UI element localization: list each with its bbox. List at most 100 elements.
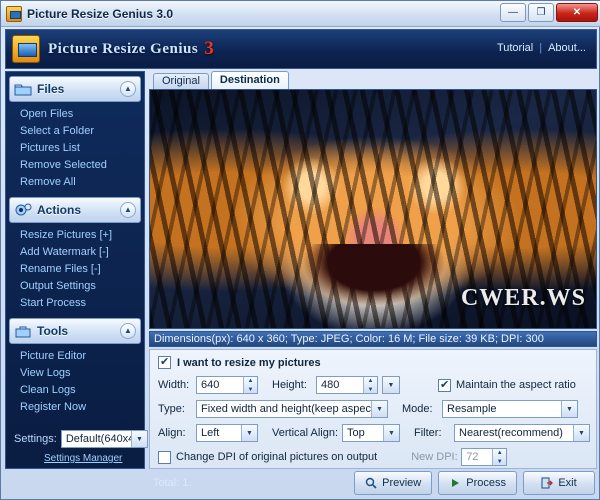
preview-panel[interactable]: CWER.WS [149, 89, 597, 329]
new-dpi-label: New DPI: [411, 451, 461, 463]
enable-resize-label: I want to resize my pictures [177, 357, 321, 369]
preview-tabs: Original Destination [149, 71, 597, 89]
total-label: Total: 1. [153, 477, 192, 489]
close-button[interactable]: ✕ [556, 3, 598, 22]
sidebar-item-select-a-folder[interactable]: Select a Folder [20, 123, 144, 140]
chevron-up-icon[interactable]: ▲ [120, 81, 136, 97]
type-select[interactable]: Fixed width and height(keep aspect) ▼ [196, 400, 388, 418]
sidebar-group-title: Files [37, 82, 64, 96]
sidebar-group-tools[interactable]: Tools ▲ [9, 318, 141, 344]
exit-door-icon [541, 477, 553, 489]
aspect-ratio-checkbox[interactable] [438, 379, 451, 392]
change-dpi-checkbox[interactable] [158, 451, 171, 464]
mode-select[interactable]: Resample ▼ [442, 400, 578, 418]
change-dpi-label: Change DPI of original pictures on outpu… [176, 451, 377, 463]
chevron-down-icon[interactable]: ▼ [131, 431, 147, 447]
sidebar-items-tools: Picture Editor View Logs Clean Logs Regi… [6, 344, 144, 418]
align-filter-row: Align: Left ▼ Vertical Align: Top ▼ Filt… [158, 424, 590, 442]
height-input[interactable]: 480 ▲▼ [316, 376, 378, 394]
sidebar-item-add-watermark[interactable]: Add Watermark [-] [20, 244, 144, 261]
vertical-align-label: Vertical Align: [272, 427, 342, 439]
chain-link-icon[interactable]: ▼ [382, 376, 400, 394]
width-stepper[interactable]: ▲▼ [243, 377, 257, 393]
settings-row: Settings: Default(640x480) ▼ [10, 430, 148, 448]
sidebar-group-title: Tools [37, 324, 68, 338]
vertical-align-value: Top [347, 427, 365, 439]
app-icon [6, 6, 22, 22]
settings-manager-link[interactable]: Settings Manager [44, 453, 122, 464]
title-bar: Picture Resize Genius 3.0 — ❐ ✕ [1, 1, 600, 27]
new-dpi-input[interactable]: 72 ▲▼ [461, 448, 507, 466]
filter-value: Nearest(recommend) [459, 427, 563, 439]
mode-value: Resample [447, 403, 497, 415]
size-row: Width: 640 ▲▼ Height: 480 ▲▼ ▼ Maintain … [158, 376, 590, 394]
chevron-down-icon[interactable]: ▼ [573, 425, 589, 441]
tutorial-link[interactable]: Tutorial [497, 42, 533, 54]
settings-preset-select[interactable]: Default(640x480) ▼ [61, 430, 148, 448]
sidebar-item-output-settings[interactable]: Output Settings [20, 278, 144, 295]
about-link[interactable]: About... [548, 42, 586, 54]
minimize-button[interactable]: — [500, 3, 526, 22]
sidebar-group-files[interactable]: Files ▲ [9, 76, 141, 102]
brand-banner: Picture Resize Genius 3 Tutorial | About… [5, 29, 597, 69]
sidebar-items-files: Open Files Select a Folder Pictures List… [6, 102, 144, 193]
chevron-down-icon[interactable]: ▼ [241, 425, 257, 441]
link-separator: | [539, 42, 542, 54]
sidebar-items-actions: Resize Pictures [+] Add Watermark [-] Re… [6, 223, 144, 314]
mode-label: Mode: [402, 403, 442, 415]
preview-button[interactable]: Preview [354, 471, 432, 495]
exit-button[interactable]: Exit [523, 471, 595, 495]
chevron-up-icon[interactable]: ▲ [120, 323, 136, 339]
tab-original[interactable]: Original [153, 73, 209, 89]
filter-label: Filter: [414, 427, 454, 439]
chevron-up-icon[interactable]: ▲ [120, 202, 136, 218]
window-title: Picture Resize Genius 3.0 [27, 7, 173, 21]
chevron-down-icon[interactable]: ▼ [561, 401, 577, 417]
sidebar-item-remove-selected[interactable]: Remove Selected [20, 157, 144, 174]
align-value: Left [201, 427, 219, 439]
exit-button-label: Exit [558, 477, 576, 489]
sidebar-item-clean-logs[interactable]: Clean Logs [20, 382, 144, 399]
type-label: Type: [158, 403, 196, 415]
align-label: Align: [158, 427, 196, 439]
sidebar-item-picture-editor[interactable]: Picture Editor [20, 348, 144, 365]
enable-resize-row[interactable]: I want to resize my pictures [158, 356, 321, 369]
sidebar-item-resize-pictures[interactable]: Resize Pictures [+] [20, 227, 144, 244]
brand-name: Picture Resize Genius [48, 41, 198, 58]
play-icon [449, 477, 461, 489]
align-select[interactable]: Left ▼ [196, 424, 258, 442]
window-controls: — ❐ ✕ [500, 3, 598, 22]
sidebar-item-open-files[interactable]: Open Files [20, 106, 144, 123]
height-stepper[interactable]: ▲▼ [363, 377, 377, 393]
banner-links: Tutorial | About... [497, 42, 586, 54]
preview-button-label: Preview [382, 477, 421, 489]
filter-select[interactable]: Nearest(recommend) ▼ [454, 424, 590, 442]
sidebar-item-pictures-list[interactable]: Pictures List [20, 140, 144, 157]
action-buttons: Preview Process Exit [354, 471, 595, 495]
sidebar-item-start-process[interactable]: Start Process [20, 295, 144, 312]
process-button[interactable]: Process [438, 471, 517, 495]
app-window: Picture Resize Genius 3.0 — ❐ ✕ Picture … [0, 0, 600, 500]
enable-resize-checkbox[interactable] [158, 356, 171, 369]
sidebar-item-view-logs[interactable]: View Logs [20, 365, 144, 382]
sidebar-group-actions[interactable]: Actions ▲ [9, 197, 141, 223]
maximize-button[interactable]: ❐ [528, 3, 554, 22]
resize-options-panel: I want to resize my pictures Width: 640 … [149, 349, 597, 469]
height-value: 480 [321, 379, 339, 391]
tab-destination[interactable]: Destination [211, 71, 289, 89]
sidebar-item-register-now[interactable]: Register Now [20, 399, 144, 416]
vertical-align-select[interactable]: Top ▼ [342, 424, 400, 442]
type-value: Fixed width and height(keep aspect) [201, 403, 378, 415]
brand-version: 3 [204, 38, 214, 60]
width-label: Width: [158, 379, 196, 391]
type-mode-row: Type: Fixed width and height(keep aspect… [158, 400, 590, 418]
watermark-text: CWER.WS [461, 285, 586, 312]
gears-icon [14, 202, 32, 218]
width-input[interactable]: 640 ▲▼ [196, 376, 258, 394]
chevron-down-icon[interactable]: ▼ [371, 401, 387, 417]
chevron-down-icon[interactable]: ▼ [383, 425, 399, 441]
toolbox-icon [14, 323, 32, 339]
new-dpi-stepper[interactable]: ▲▼ [492, 449, 506, 465]
sidebar-item-rename-files[interactable]: Rename Files [-] [20, 261, 144, 278]
sidebar-item-remove-all[interactable]: Remove All [20, 174, 144, 191]
